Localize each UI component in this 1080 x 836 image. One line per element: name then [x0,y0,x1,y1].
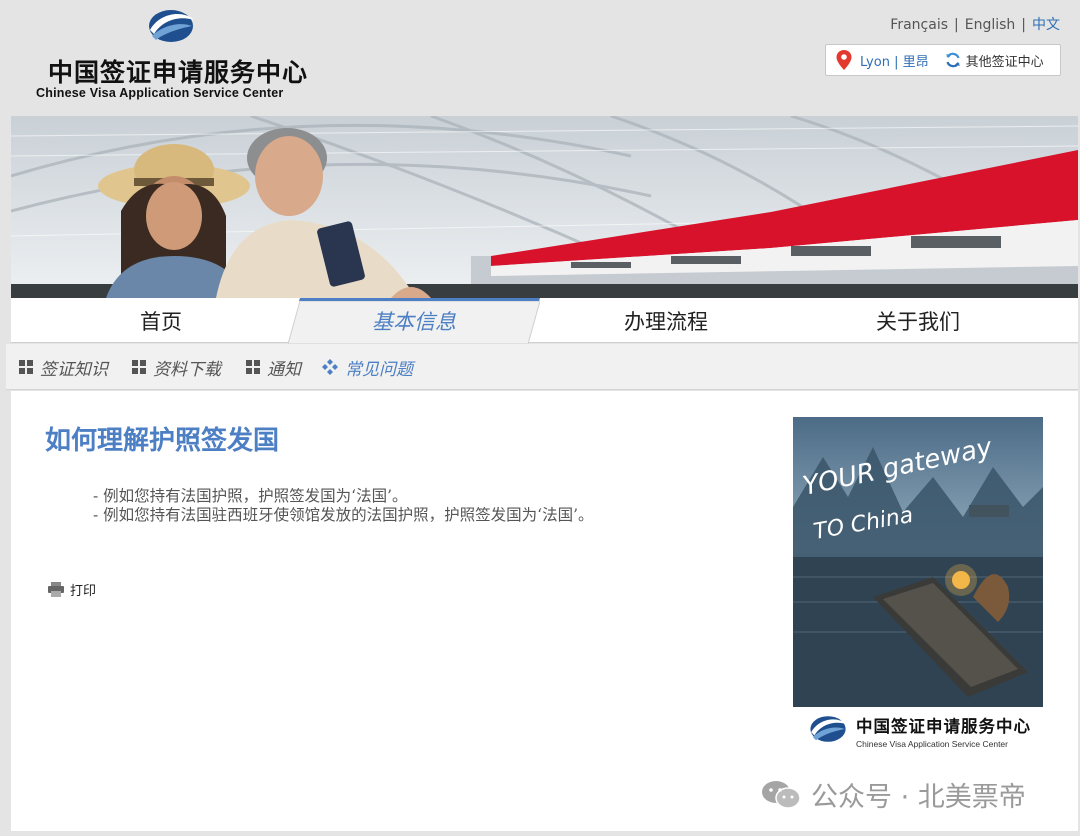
language-switcher: Français | English | 中文 [890,14,1060,34]
main-nav: 首页 基本信息 办理流程 关于我们 [11,298,1078,344]
grid-icon [246,360,260,374]
grid-icon [19,360,33,374]
article-line: - 例如您持有法国护照，护照签发国为‘法国’。 [93,487,408,505]
wechat-watermark: 公众号 · 北美票帝 [761,775,1026,814]
logo-chinese-name: 中国签证申请服务中心 [48,58,309,87]
print-label: 打印 [70,584,97,599]
nav-basic-info[interactable]: 基本信息 [303,298,525,343]
lang-french[interactable]: Français [890,17,948,33]
subnav-visa-knowledge[interactable]: 签证知识 [19,344,108,390]
subnav-label: 签证知识 [40,359,108,380]
sub-nav: 签证知识 资料下载 通知 常见问题 [6,344,1078,390]
print-button[interactable]: 打印 [48,580,96,599]
logo-swoosh-icon [149,10,194,42]
promo-poster[interactable]: YOUR gateway TO China [793,417,1043,707]
article-body: - 例如您持有法国护照，护照签发国为‘法国’。 - 例如您持有法国驻西班牙使领馆… [93,487,594,525]
lang-chinese[interactable]: 中文 [1032,17,1060,33]
wechat-icon [762,780,801,809]
watermark-text: 公众号 · 北美票帝 [811,782,1026,813]
center-selector: Lyon | 里昂 其他签证中心 [825,44,1061,76]
nav-home[interactable]: 首页 [56,298,266,343]
poster-logo: 中国签证申请服务中心 Chinese Visa Application Serv… [806,711,1056,751]
lang-separator: | [1021,17,1026,33]
current-center-link[interactable]: Lyon | 里昂 [860,51,929,70]
subnav-label: 通知 [267,359,301,380]
diamond-cluster-icon [322,359,338,375]
poster-logo-english: Chinese Visa Application Service Center [856,739,1008,749]
subnav-label: 资料下载 [153,359,221,380]
grid-icon [132,360,146,374]
printer-icon [48,582,64,597]
article-title: 如何理解护照签发国 [45,426,280,456]
lang-english[interactable]: English [965,17,1016,33]
nav-process[interactable]: 办理流程 [561,298,771,343]
subnav-label: 常见问题 [345,359,413,380]
article-line: - 例如您持有法国驻西班牙使领馆发放的法国护照，护照签发国为‘法国’。 [93,506,594,524]
logo-english-name: Chinese Visa Application Service Center [36,86,284,100]
content-area: 如何理解护照签发国 - 例如您持有法国护照，护照签发国为‘法国’。 - 例如您持… [11,391,1078,831]
banner-illustration [11,116,1078,298]
site-header: 中国签证申请服务中心 Chinese Visa Application Serv… [0,0,1080,115]
subnav-downloads[interactable]: 资料下载 [132,344,221,390]
subnav-notices[interactable]: 通知 [246,344,301,390]
refresh-icon [945,52,960,68]
poster-logo-chinese: 中国签证申请服务中心 [856,717,1031,736]
lang-separator: | [954,17,959,33]
map-pin-icon [836,50,852,70]
site-logo[interactable]: 中国签证申请服务中心 Chinese Visa Application Serv… [34,6,324,106]
other-centers-link[interactable]: 其他签证中心 [966,51,1044,70]
nav-about-us[interactable]: 关于我们 [813,298,1023,343]
subnav-faq[interactable]: 常见问题 [322,344,413,390]
hero-banner [11,116,1078,298]
logo-swoosh-icon [810,716,847,742]
